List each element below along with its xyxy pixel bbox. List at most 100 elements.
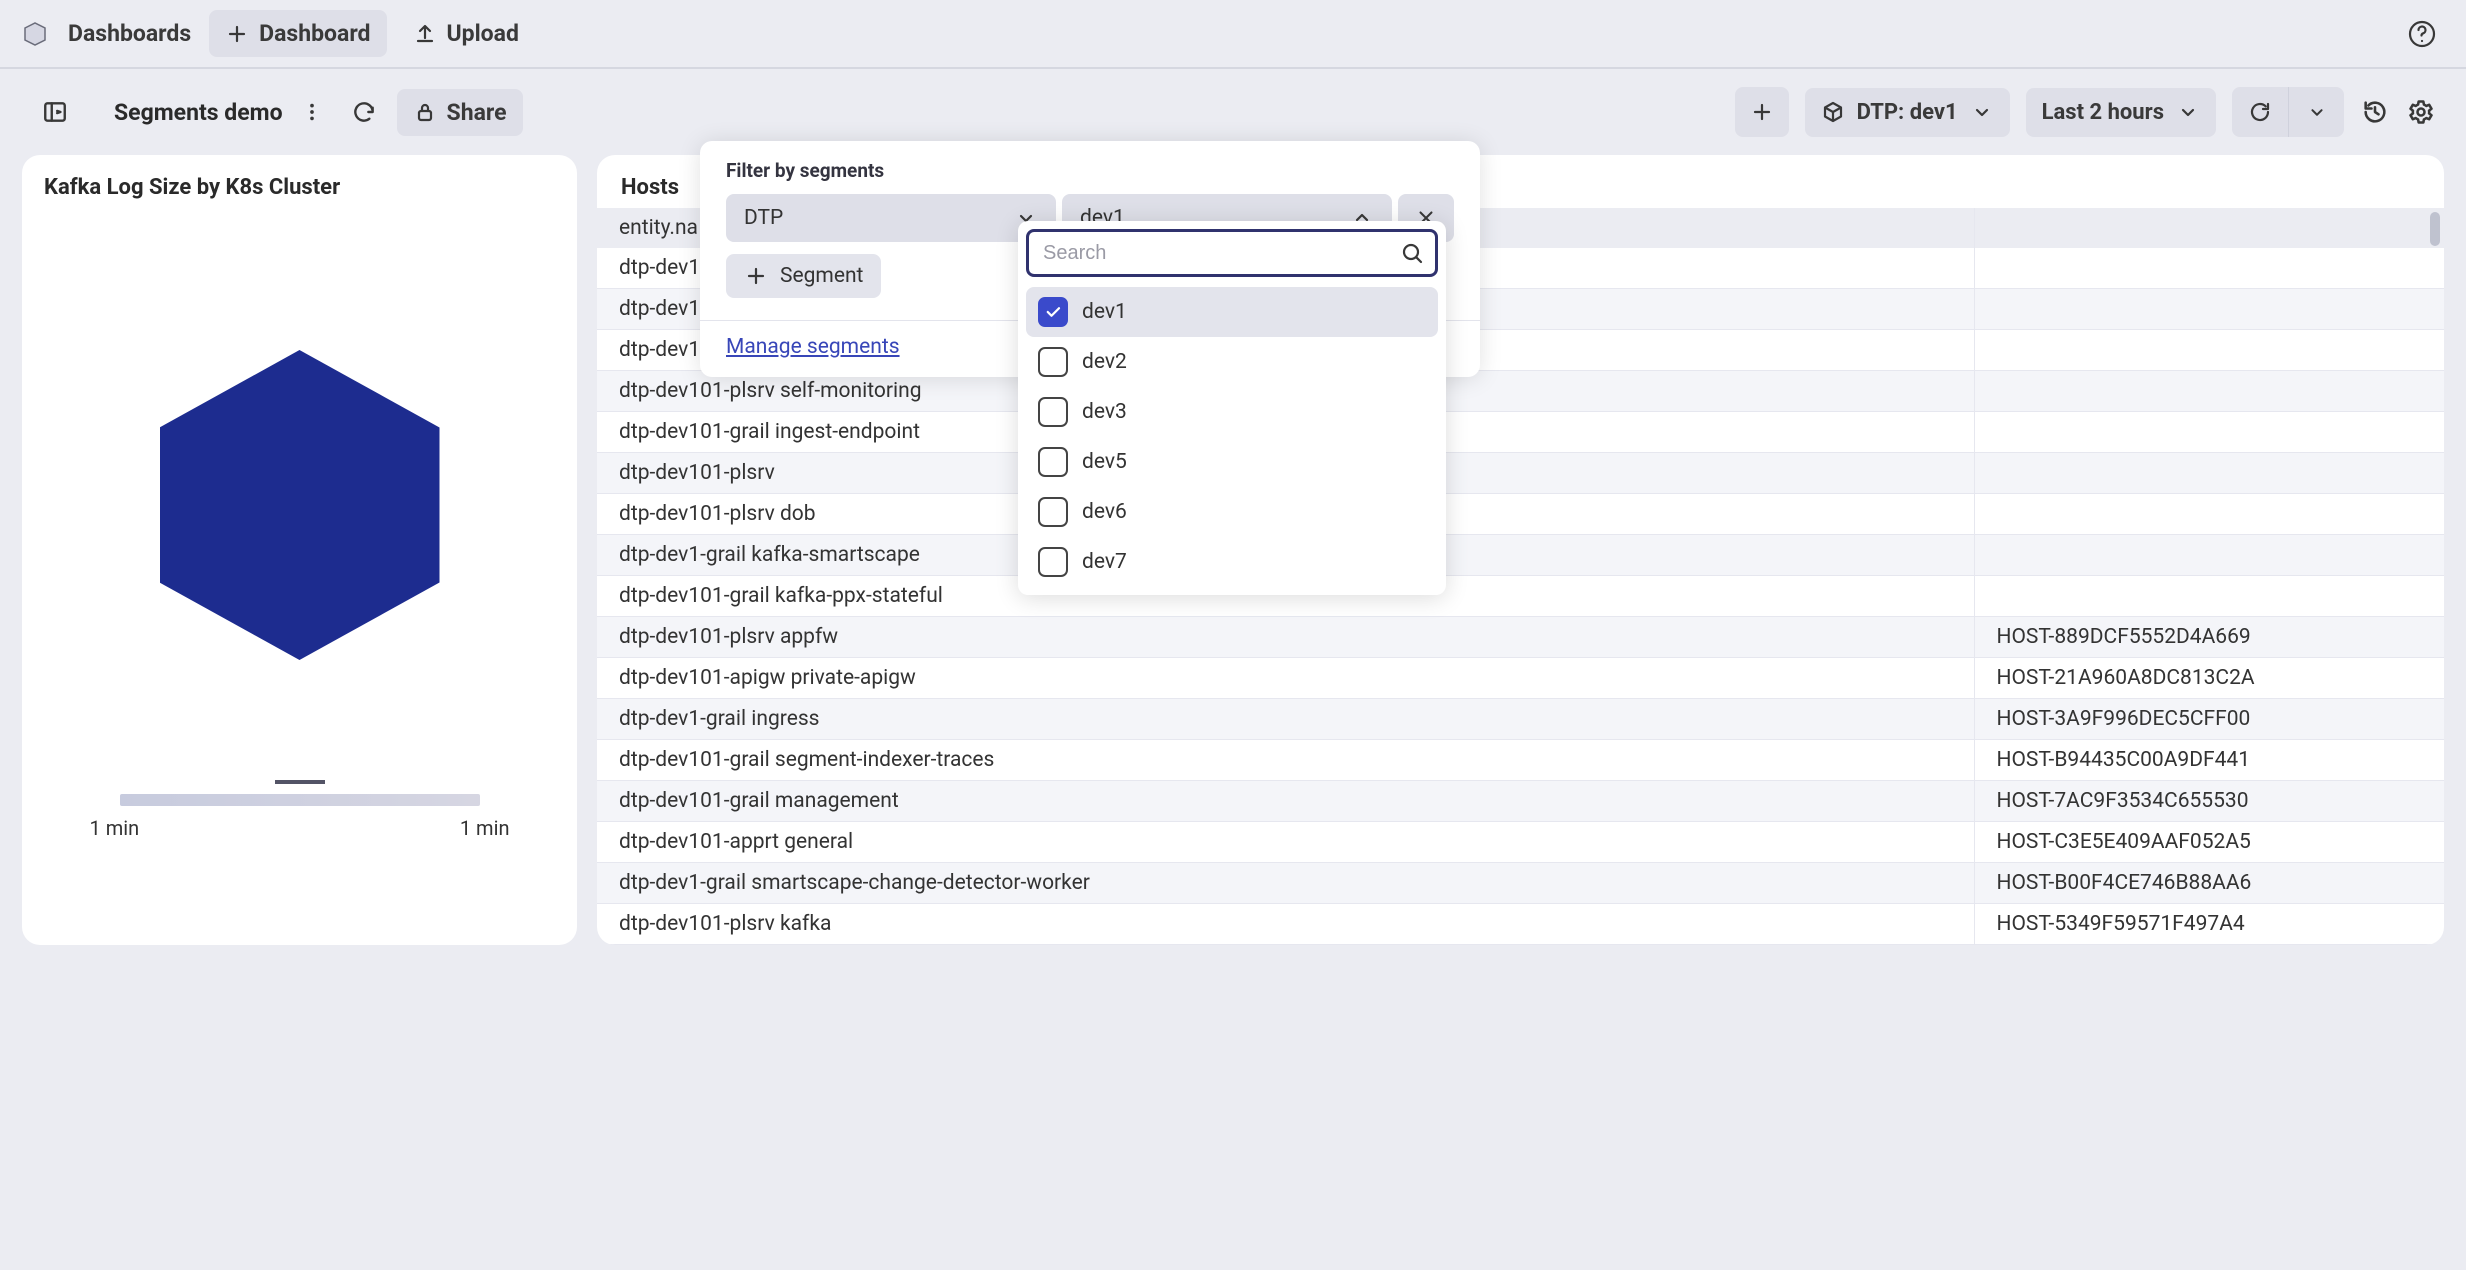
cell-id: HOST-5349F59571F497A4	[1974, 904, 2444, 945]
cell-name: dtp-dev101-plsrv kafka	[597, 904, 1974, 945]
option-label: dev2	[1082, 350, 1127, 374]
refresh-interval-dropdown[interactable]	[2288, 87, 2344, 137]
segment-filter-dropdown[interactable]: DTP: dev1	[1805, 88, 2010, 137]
scrollbar[interactable]	[2430, 212, 2440, 246]
option-label: dev3	[1082, 400, 1127, 424]
table-row[interactable]: dtp-dev1-grail kafka-smartscape	[597, 535, 2444, 576]
option-dev6[interactable]: dev6	[1026, 487, 1438, 537]
cell-id	[1974, 494, 2444, 535]
manage-segments-link[interactable]: Manage segments	[726, 335, 900, 359]
history-icon[interactable]	[2360, 97, 2390, 127]
chevron-down-icon	[2176, 100, 2200, 124]
table-row[interactable]: dtp-dev101-grail kafka-ppx-stateful	[597, 576, 2444, 617]
segment-type-select[interactable]: DTP	[726, 194, 1056, 242]
add-segment-button[interactable]: Segment	[726, 254, 881, 298]
refresh-button[interactable]	[2232, 87, 2288, 137]
cell-id	[1974, 248, 2444, 289]
upload-icon	[413, 22, 437, 46]
timerange-label: Last 2 hours	[2042, 100, 2164, 125]
upload-label: Upload	[447, 20, 519, 47]
upload-button[interactable]: Upload	[397, 10, 535, 57]
sync-icon[interactable]	[349, 97, 379, 127]
legend-min-label: 1 min	[90, 816, 140, 840]
lock-icon	[413, 100, 437, 124]
search-icon	[1400, 241, 1424, 271]
cell-name: dtp-dev1-grail smartscape-change-detecto…	[597, 863, 1974, 904]
checkbox-icon	[1038, 547, 1068, 577]
legend-color-scale	[120, 794, 480, 806]
share-label: Share	[447, 99, 507, 126]
chevron-down-icon	[1970, 100, 1994, 124]
cell-name: dtp-dev101-apprt general	[597, 822, 1974, 863]
option-dev2[interactable]: dev2	[1026, 337, 1438, 387]
table-row[interactable]: dtp-dev101-plsrv appfwHOST-889DCF5552D4A…	[597, 617, 2444, 658]
segment-type-value: DTP	[744, 206, 783, 230]
table-row[interactable]: dtp-dev101-grail ingest-endpoint	[597, 412, 2444, 453]
cell-id: HOST-B00F4CE746B88AA6	[1974, 863, 2444, 904]
plus-icon	[225, 22, 249, 46]
table-row[interactable]: dtp-dev101-plsrv kafkaHOST-5349F59571F49…	[597, 904, 2444, 945]
add-panel-button[interactable]	[1735, 87, 1789, 137]
table-row[interactable]: dtp-dev101-plsrv dob	[597, 494, 2444, 535]
dashboard-title: Segments demo	[114, 99, 283, 126]
cell-id	[1974, 576, 2444, 617]
timerange-dropdown[interactable]: Last 2 hours	[2026, 88, 2216, 137]
legend-dash-icon	[275, 780, 325, 784]
cell-name: dtp-dev101-apigw private-apigw	[597, 658, 1974, 699]
cell-name: dtp-dev101-plsrv appfw	[597, 617, 1974, 658]
option-label: dev6	[1082, 500, 1127, 524]
table-row[interactable]: dtp-dev1-grail smartscape-change-detecto…	[597, 863, 2444, 904]
option-dev5[interactable]: dev5	[1026, 437, 1438, 487]
legend-max-label: 1 min	[460, 816, 510, 840]
new-dashboard-label: Dashboard	[259, 20, 370, 47]
cell-id: HOST-C3E5E409AAF052A5	[1974, 822, 2444, 863]
new-dashboard-button[interactable]: Dashboard	[209, 10, 386, 57]
table-row[interactable]: dtp-dev101-plsrv	[597, 453, 2444, 494]
popover-title: Filter by segments	[726, 159, 1454, 182]
cube-icon	[1821, 100, 1845, 124]
checkbox-icon	[1038, 447, 1068, 477]
share-button[interactable]: Share	[397, 89, 523, 136]
table-row[interactable]: dtp-dev101-apigw private-apigwHOST-21A96…	[597, 658, 2444, 699]
option-dev3[interactable]: dev3	[1026, 387, 1438, 437]
refresh-button-group	[2232, 87, 2344, 137]
hexagon-chart-cell[interactable]	[160, 350, 440, 660]
checkbox-icon	[1038, 347, 1068, 377]
checkbox-icon	[1038, 297, 1068, 327]
app-logo-icon	[20, 19, 50, 49]
option-label: dev5	[1082, 450, 1127, 474]
cell-id	[1974, 453, 2444, 494]
segment-value-dropdown: dev1 dev2 dev3 dev5 dev6 dev7	[1018, 221, 1446, 595]
table-row[interactable]: dtp-dev101-grail segment-indexer-tracesH…	[597, 740, 2444, 781]
option-label: dev1	[1082, 300, 1127, 324]
cell-id: HOST-889DCF5552D4A669	[1974, 617, 2444, 658]
more-menu-icon[interactable]	[297, 97, 327, 127]
option-dev7[interactable]: dev7	[1026, 537, 1438, 587]
cell-name: dtp-dev101-grail segment-indexer-traces	[597, 740, 1974, 781]
plus-icon	[744, 264, 768, 288]
table-row[interactable]: dtp-dev101-grail managementHOST-7AC9F353…	[597, 781, 2444, 822]
search-input[interactable]	[1026, 229, 1438, 277]
cell-id	[1974, 289, 2444, 330]
checkbox-icon	[1038, 497, 1068, 527]
column-header-id[interactable]	[1974, 208, 2444, 248]
panel-title: Kafka Log Size by K8s Cluster	[44, 175, 555, 200]
panel-kafka-log-size: Kafka Log Size by K8s Cluster 1 min 1 mi…	[22, 155, 577, 945]
table-row[interactable]: dtp-dev1-grail ingressHOST-3A9F996DEC5CF…	[597, 699, 2444, 740]
cell-id: HOST-7AC9F3534C655530	[1974, 781, 2444, 822]
cell-name: dtp-dev1-grail ingress	[597, 699, 1974, 740]
nav-dashboards[interactable]: Dashboards	[60, 10, 199, 57]
cell-id: HOST-B94435C00A9DF441	[1974, 740, 2444, 781]
cell-id	[1974, 412, 2444, 453]
toggle-sidebar-icon[interactable]	[40, 97, 70, 127]
add-segment-label: Segment	[780, 264, 863, 288]
option-dev1[interactable]: dev1	[1026, 287, 1438, 337]
segment-filter-label: DTP: dev1	[1857, 100, 1958, 125]
help-icon[interactable]	[2408, 20, 2436, 48]
checkbox-icon	[1038, 397, 1068, 427]
cell-id	[1974, 330, 2444, 371]
settings-icon[interactable]	[2406, 97, 2436, 127]
cell-id: HOST-21A960A8DC813C2A	[1974, 658, 2444, 699]
table-row[interactable]: dtp-dev101-apprt generalHOST-C3E5E409AAF…	[597, 822, 2444, 863]
option-label: dev7	[1082, 550, 1127, 574]
